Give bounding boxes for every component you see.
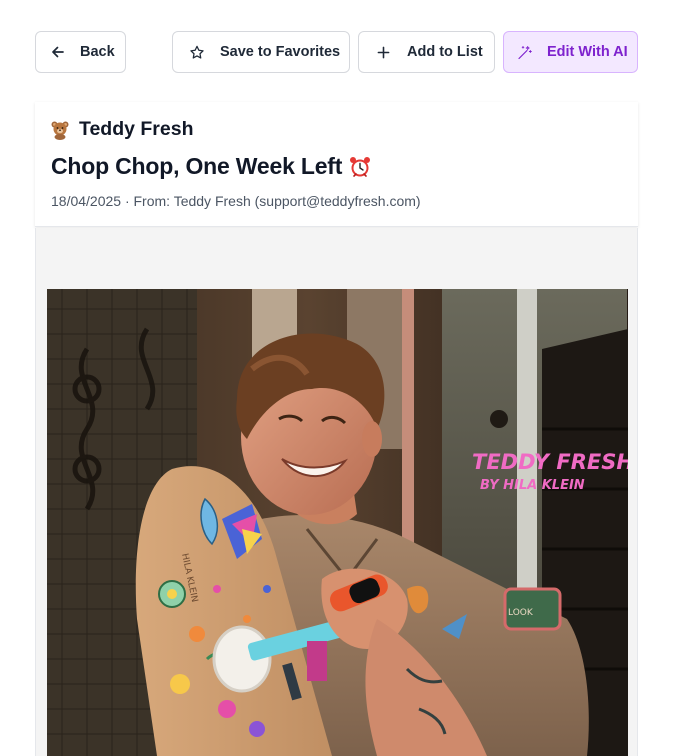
subject-row: Chop Chop, One Week Left bbox=[51, 153, 372, 180]
email-body: HILA KLEIN TEDDY FRESH BY HILA KLEIN LOO… bbox=[35, 228, 638, 756]
hero-image: HILA KLEIN TEDDY FRESH BY HILA KLEIN LOO… bbox=[47, 289, 628, 756]
alarm-clock-emoji-icon bbox=[348, 155, 372, 179]
email-header-card: Teddy Fresh Chop Chop, One Week Left 18/… bbox=[35, 102, 638, 227]
save-to-favorites-label: Save to Favorites bbox=[220, 44, 341, 60]
star-outline-icon bbox=[189, 44, 205, 60]
save-to-favorites-button[interactable]: Save to Favorites bbox=[172, 31, 350, 73]
plus-icon bbox=[375, 44, 391, 60]
back-button[interactable]: Back bbox=[35, 31, 126, 73]
magic-wand-icon bbox=[517, 44, 533, 60]
sender-row: Teddy Fresh bbox=[50, 118, 194, 141]
add-to-list-label: Add to List bbox=[407, 44, 483, 60]
hero-brand-subtitle: BY HILA KLEIN bbox=[480, 478, 585, 493]
back-button-label: Back bbox=[80, 44, 115, 60]
edit-with-ai-label: Edit With AI bbox=[547, 44, 628, 60]
action-toolbar: Back Save to Favorites Add to List Edit … bbox=[35, 31, 638, 75]
add-to-list-button[interactable]: Add to List bbox=[358, 31, 495, 73]
email-meta: 18/04/2025 · From: Teddy Fresh (support@… bbox=[51, 193, 421, 209]
sender-name: Teddy Fresh bbox=[79, 118, 194, 140]
arrow-left-icon bbox=[50, 44, 66, 60]
email-subject: Chop Chop, One Week Left bbox=[51, 153, 343, 179]
patch-text: LOOK bbox=[508, 608, 534, 618]
teddy-bear-emoji-icon bbox=[50, 120, 70, 140]
edit-with-ai-button[interactable]: Edit With AI bbox=[503, 31, 638, 73]
hero-brand-title: TEDDY FRESH bbox=[472, 450, 628, 474]
